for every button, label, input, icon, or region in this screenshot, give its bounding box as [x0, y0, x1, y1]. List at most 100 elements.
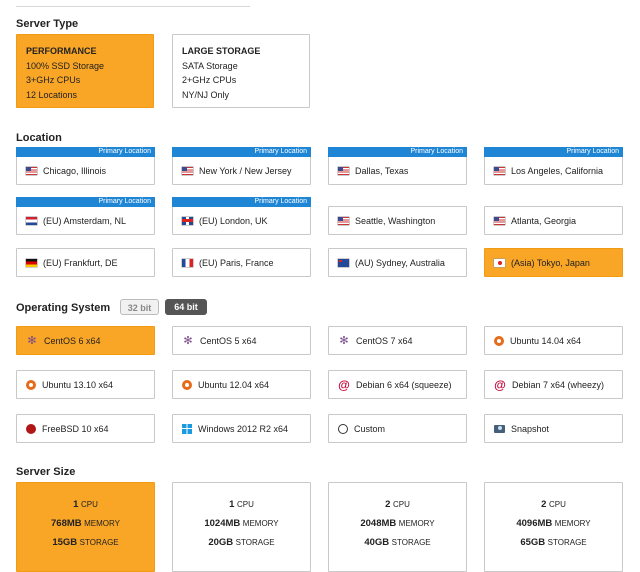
location-name: (EU) Amsterdam, NL [43, 215, 127, 226]
location-name: Los Angeles, California [511, 165, 604, 176]
jp-flag-icon [494, 258, 505, 267]
primary-location-badge: Primary Location [328, 147, 467, 157]
location-name: (EU) Paris, France [199, 257, 274, 268]
location-seattle[interactable]: Seattle, Washington [328, 206, 467, 235]
centos-icon: ✻ [27, 334, 37, 347]
primary-location-badge: Primary Location [172, 147, 311, 157]
debian-icon: @ [338, 377, 350, 392]
os-name: CentOS 5 x64 [200, 335, 257, 346]
location-sydney[interactable]: (AU) Sydney, Australia [328, 248, 467, 277]
os-ubuntu-1204[interactable]: Ubuntu 12.04 x64 [172, 370, 311, 399]
iso-icon [338, 423, 348, 434]
location-dallas[interactable]: Primary Location Dallas, Texas [328, 147, 467, 185]
server-type-title: LARGE STORAGE [182, 46, 261, 56]
location-atlanta[interactable]: Atlanta, Georgia [484, 206, 623, 235]
top-divider [16, 6, 250, 7]
memory-spec: 768MB MEMORY [51, 518, 120, 529]
server-type-performance[interactable]: PERFORMANCE 100% SSD Storage 3+GHz CPUs … [16, 34, 154, 108]
location-name: Dallas, Texas [355, 165, 409, 176]
bit-64-toggle[interactable]: 64 bit [165, 299, 207, 315]
location-amsterdam[interactable]: Primary Location (EU) Amsterdam, NL [16, 197, 155, 235]
location-los-angeles[interactable]: Primary Location Los Angeles, California [484, 147, 623, 185]
os-centos-6[interactable]: ✻ CentOS 6 x64 [16, 326, 155, 355]
debian-icon: @ [494, 377, 506, 392]
os-centos-7[interactable]: ✻ CentOS 7 x64 [328, 326, 467, 355]
server-size-option[interactable]: 1 CPU 768MB MEMORY 15GB STORAGE [16, 482, 155, 572]
server-type-large-storage[interactable]: LARGE STORAGE SATA Storage 2+GHz CPUs NY… [172, 34, 310, 108]
os-freebsd-10[interactable]: FreeBSD 10 x64 [16, 414, 155, 443]
storage-spec: 20GB STORAGE [208, 537, 275, 548]
storage-spec: 65GB STORAGE [520, 537, 587, 548]
primary-location-badge: Primary Location [16, 197, 155, 207]
server-type-feature: 12 Locations [26, 89, 78, 100]
os-debian-7[interactable]: @ Debian 7 x64 (wheezy) [484, 370, 623, 399]
primary-location-badge: Primary Location [172, 197, 311, 207]
location-tokyo[interactable]: (Asia) Tokyo, Japan [484, 248, 623, 277]
location-name: New York / New Jersey [199, 165, 292, 176]
location-frankfurt[interactable]: (EU) Frankfurt, DE [16, 248, 155, 277]
cpu-spec: 1 CPU [73, 499, 98, 510]
de-flag-icon [26, 258, 37, 267]
location-new-york[interactable]: Primary Location New York / New Jersey [172, 147, 311, 185]
os-name: CentOS 7 x64 [356, 335, 413, 346]
ubuntu-icon [182, 379, 192, 390]
os-heading: Operating System [16, 302, 111, 314]
nl-flag-icon [26, 216, 37, 225]
centos-icon: ✻ [183, 334, 193, 347]
ubuntu-icon [26, 379, 36, 390]
os-name: FreeBSD 10 x64 [42, 423, 109, 434]
ubuntu-icon [494, 335, 504, 346]
memory-spec: 2048MB MEMORY [360, 518, 435, 529]
location-chicago[interactable]: Primary Location Chicago, Illinois [16, 147, 155, 185]
os-name: Custom [354, 423, 386, 434]
memory-spec: 4096MB MEMORY [516, 518, 591, 529]
server-type-feature: 3+GHz CPUs [26, 75, 81, 85]
storage-spec: 15GB STORAGE [52, 537, 119, 548]
location-name: (AU) Sydney, Australia [355, 257, 445, 268]
location-name: Chicago, Illinois [43, 165, 107, 176]
us-flag-icon [26, 166, 37, 175]
primary-location-badge: Primary Location [16, 147, 155, 157]
us-flag-icon [494, 166, 505, 175]
us-flag-icon [338, 166, 349, 175]
cpu-spec: 1 CPU [229, 499, 254, 510]
os-windows-2012[interactable]: Windows 2012 R2 x64 [172, 414, 311, 443]
server-type-heading: Server Type [16, 18, 79, 30]
location-name: Atlanta, Georgia [511, 215, 577, 226]
os-custom[interactable]: Custom [328, 414, 467, 443]
centos-icon: ✻ [339, 334, 349, 347]
os-ubuntu-1310[interactable]: Ubuntu 13.10 x64 [16, 370, 155, 399]
us-flag-icon [182, 166, 193, 175]
server-type-feature: NY/NJ Only [182, 89, 230, 100]
location-name: (EU) London, UK [199, 215, 268, 226]
bit-32-toggle[interactable]: 32 bit [120, 299, 159, 315]
os-name: Ubuntu 12.04 x64 [198, 379, 270, 390]
os-ubuntu-1404[interactable]: Ubuntu 14.04 x64 [484, 326, 623, 355]
location-name: Seattle, Washington [355, 215, 436, 226]
location-paris[interactable]: (EU) Paris, France [172, 248, 311, 277]
os-name: Debian 7 x64 (wheezy) [512, 379, 605, 390]
primary-location-badge: Primary Location [484, 147, 623, 157]
os-debian-6[interactable]: @ Debian 6 x64 (squeeze) [328, 370, 467, 399]
au-flag-icon [338, 258, 349, 267]
server-size-option[interactable]: 2 CPU 2048MB MEMORY 40GB STORAGE [328, 482, 467, 572]
us-flag-icon [338, 216, 349, 225]
freebsd-icon [26, 423, 36, 434]
location-name: (EU) Frankfurt, DE [43, 257, 118, 268]
os-name: Debian 6 x64 (squeeze) [356, 379, 452, 390]
os-name: Ubuntu 13.10 x64 [42, 379, 114, 390]
server-size-option[interactable]: 2 CPU 4096MB MEMORY 65GB STORAGE [484, 482, 623, 572]
location-london[interactable]: Primary Location (EU) London, UK [172, 197, 311, 235]
uk-flag-icon [182, 216, 193, 225]
location-name: (Asia) Tokyo, Japan [511, 257, 590, 268]
server-type-feature: 2+GHz CPUs [182, 75, 237, 85]
os-snapshot[interactable]: Snapshot [484, 414, 623, 443]
us-flag-icon [494, 216, 505, 225]
server-size-heading: Server Size [16, 466, 76, 478]
os-centos-5[interactable]: ✻ CentOS 5 x64 [172, 326, 311, 355]
os-name: Snapshot [511, 423, 550, 434]
cpu-spec: 2 CPU [541, 499, 566, 510]
server-size-option[interactable]: 1 CPU 1024MB MEMORY 20GB STORAGE [172, 482, 311, 572]
server-type-feature: SATA Storage [182, 60, 238, 71]
windows-icon [182, 423, 192, 434]
